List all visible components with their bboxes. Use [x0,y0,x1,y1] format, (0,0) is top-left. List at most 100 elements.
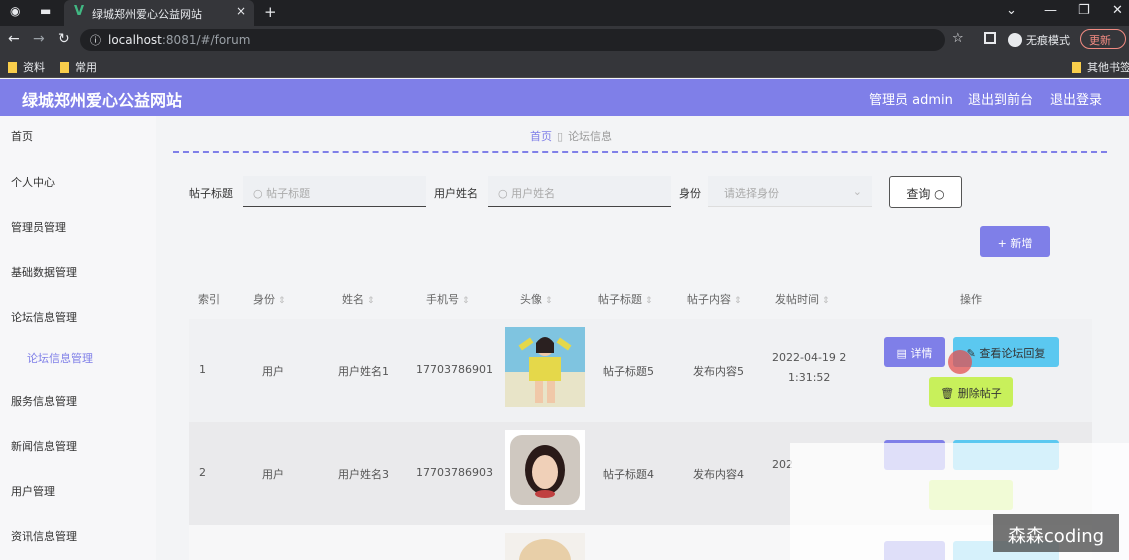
new-tab-button[interactable]: + [264,3,277,21]
url-text: localhost:8081/#/forum [108,33,251,47]
chrome-logo-icon: ◉ [10,4,21,18]
column-header[interactable]: 帖子标题 ⇕ [598,291,653,307]
delete-post-button[interactable]: 🗑 删除帖子 [929,377,1013,407]
side-panel-icon[interactable] [984,32,996,44]
sidebar-item-personal[interactable]: 个人中心 [11,174,55,190]
sidebar-item-home[interactable]: 首页 [11,128,33,144]
avatar[interactable] [505,533,585,560]
column-header[interactable]: 姓名 ⇕ [342,291,375,307]
sort-icon[interactable]: ⇕ [462,296,470,306]
site-title: 绿城郑州爱心公益网站 [22,91,183,110]
address-bar-row: ← → ↻ ⓘ localhost:8081/#/forum ☆ 无痕模式 更新 [0,26,1129,54]
document-icon: ▤ [896,347,911,360]
close-window-icon[interactable]: ✕ [1112,3,1123,18]
cell-phone: 17703786903 [416,466,493,479]
sort-icon[interactable]: ⇕ [645,296,653,306]
sidebar-item-admin[interactable]: 管理员管理 [11,219,66,235]
bookmark-item[interactable]: 常用 [60,59,97,75]
browser-tab[interactable]: V 绿城郑州爱心公益网站 × [64,0,254,26]
search-icon: ○ [498,187,512,200]
folder-icon [60,62,69,73]
vue-logo-icon: V [74,4,85,19]
search-button[interactable]: 查询 ○ [889,176,962,208]
trash-icon: 🗑 [940,387,958,400]
breadcrumb-home[interactable]: 首页 [530,130,552,143]
tab-list-icon[interactable]: ▬ [40,4,51,18]
add-button[interactable]: + 新增 [980,226,1050,257]
sidebar-item-users[interactable]: 用户管理 [11,483,55,499]
breadcrumb-separator-icon: ▯ [557,130,564,143]
restore-icon[interactable]: ❐ [1078,3,1090,18]
sidebar-item-forum[interactable]: 论坛信息管理 [11,309,77,325]
sort-icon[interactable]: ⇕ [367,296,375,306]
sort-icon[interactable]: ⇕ [734,296,742,306]
sidebar-subitem-forum[interactable]: 论坛信息管理 [27,350,93,366]
minimize-icon[interactable]: — [1044,3,1057,18]
cell-name: 用户姓名1 [338,365,389,378]
bookmark-star-icon[interactable]: ☆ [952,31,964,46]
sidebar-item-info[interactable]: 资讯信息管理 [11,528,77,544]
bookmarks-bar: 资料 常用 其他书签 [0,54,1129,78]
breadcrumb-current: 论坛信息 [568,130,613,143]
update-button[interactable]: 更新 [1080,29,1126,49]
browser-tab-bar: ◉ ▬ V 绿城郑州爱心公益网站 × + ⌄ — ❐ ✕ [0,0,1129,26]
reload-icon[interactable]: ↻ [58,31,70,47]
column-header[interactable]: 发帖时间 ⇕ [775,291,830,307]
column-header: 操作 [960,293,982,306]
mouse-cursor-icon [948,350,972,374]
role-filter-label: 身份 [679,187,701,200]
sidebar: 首页 个人中心 管理员管理 基础数据管理 论坛信息管理 论坛信息管理 服务信息管… [0,116,156,560]
cell-name: 用户姓名3 [338,468,389,481]
chevron-down-icon: ⌄ [852,185,862,198]
column-header: 索引 [198,293,220,306]
forward-icon[interactable]: → [33,31,45,47]
folder-icon [8,62,17,73]
folder-icon [1072,62,1081,73]
avatar[interactable] [505,327,585,407]
search-icon: ○ [934,187,945,201]
cell-phone: 17703786901 [416,363,493,376]
cell-post-title: 帖子标题5 [603,365,654,378]
column-header[interactable]: 头像 ⇕ [520,291,553,307]
user-filter-label: 用户姓名 [434,187,478,200]
admin-label: 管理员 admin [869,93,953,108]
other-bookmarks[interactable]: 其他书签 [1072,59,1129,75]
detail-button[interactable]: ▤ 详情 [884,337,945,367]
incognito-indicator[interactable]: 无痕模式 [1008,32,1070,48]
site-info-icon[interactable]: ⓘ [90,32,101,48]
sort-icon[interactable]: ⇕ [278,296,286,306]
role-select[interactable]: 请选择身份 ⌄ [708,176,872,207]
column-header[interactable]: 帖子内容 ⇕ [687,291,742,307]
column-header[interactable]: 身份 ⇕ [253,291,286,307]
tab-search-icon[interactable]: ⌄ [1006,3,1017,18]
cell-index: 2 [199,466,206,479]
sort-icon[interactable]: ⇕ [822,296,830,306]
column-header[interactable]: 手机号 ⇕ [426,291,470,307]
sidebar-item-basic-data[interactable]: 基础数据管理 [11,264,77,280]
cell-index: 1 [199,363,206,376]
exit-to-front-link[interactable]: 退出到前台 [968,89,1033,108]
app-header: 绿城郑州爱心公益网站 管理员 admin 退出到前台 退出登录 [0,79,1129,116]
breadcrumb: 首页 ▯ 论坛信息 [530,128,612,144]
user-search-input[interactable]: ○ 用户姓名 [488,176,671,207]
cell-post-time: 1:31:52 [788,371,831,384]
cell-post-content: 发布内容5 [693,365,744,378]
tab-title: 绿城郑州爱心公益网站 [92,8,202,21]
back-icon[interactable]: ← [8,31,20,47]
tab-close-icon[interactable]: × [236,4,246,18]
cell-post-time: 2022-04-19 2 [772,351,847,364]
cell-role: 用户 [262,365,284,378]
incognito-icon [1008,33,1022,47]
watermark: 森森coding [993,514,1119,552]
title-search-input[interactable]: ○ 帖子标题 [243,176,426,207]
avatar[interactable] [505,430,585,510]
url-field[interactable]: ⓘ localhost:8081/#/forum [80,29,945,51]
cell-role: 用户 [262,468,284,481]
sidebar-item-news[interactable]: 新闻信息管理 [11,438,77,454]
search-icon: ○ [253,187,267,200]
bookmark-item[interactable]: 资料 [8,59,45,75]
logout-link[interactable]: 退出登录 [1050,89,1102,108]
sort-icon[interactable]: ⇕ [545,296,553,306]
cell-post-title: 帖子标题4 [603,468,654,481]
sidebar-item-service[interactable]: 服务信息管理 [11,393,77,409]
